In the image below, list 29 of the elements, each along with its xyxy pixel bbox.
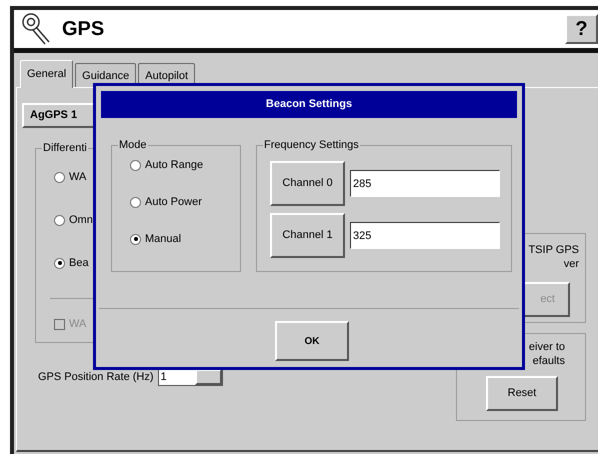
frequency-field[interactable]: 285: [350, 170, 500, 197]
radio-button[interactable]: [54, 214, 65, 226]
ok-button[interactable]: OK: [275, 321, 349, 361]
radio-label: Auto Power: [145, 195, 202, 210]
tab[interactable]: General: [20, 60, 74, 88]
radio-label: WA: [69, 170, 86, 185]
radio-label: Auto Range: [145, 158, 204, 173]
radio-label: Bea: [69, 256, 89, 271]
window-title: GPS: [62, 17, 104, 42]
checkbox-label: WA: [69, 317, 86, 332]
group-text: ver: [564, 257, 579, 272]
radio-button[interactable]: [130, 196, 141, 208]
help-button[interactable]: ?: [565, 14, 598, 44]
group-text: TSIP GPS: [528, 243, 579, 258]
channel-button[interactable]: Channel 1: [270, 213, 345, 258]
reset-button[interactable]: Reset: [486, 376, 558, 411]
radio-button[interactable]: [54, 172, 65, 183]
radio-label: Manual: [145, 232, 182, 247]
position-rate-label: GPS Position Rate (Hz): [38, 370, 154, 385]
group-legend: Frequency Settings: [263, 138, 360, 152]
group-text: eiver to: [528, 340, 565, 355]
dialog-title: Beacon Settings: [266, 97, 352, 112]
radio-button[interactable]: [130, 160, 141, 171]
channel-button[interactable]: Channel 0: [270, 161, 345, 206]
radio-button[interactable]: [130, 234, 141, 245]
group-text: efaults: [532, 354, 565, 369]
radio-label: Omn: [69, 213, 93, 228]
radio-button[interactable]: [54, 258, 65, 269]
frequency-field[interactable]: 325: [350, 222, 500, 249]
